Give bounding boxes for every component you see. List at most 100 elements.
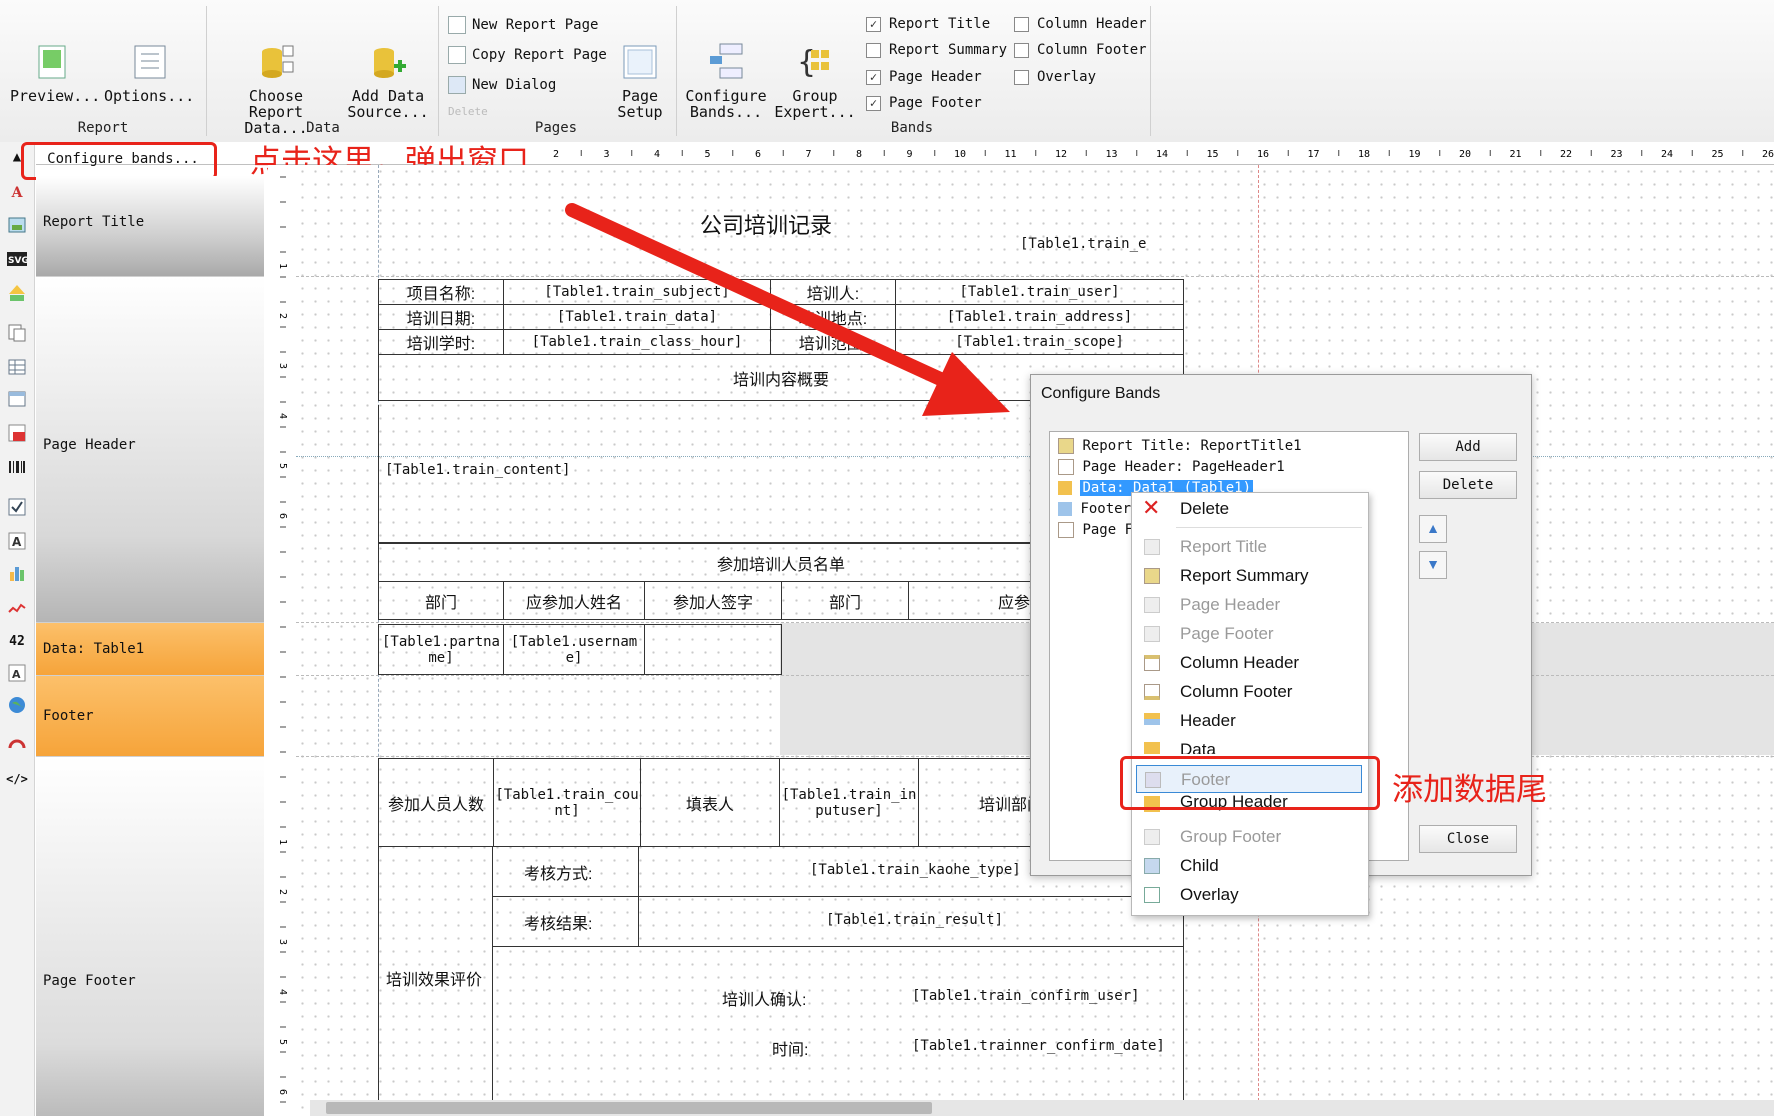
column-footer-checkbox[interactable]: Column Footer	[1014, 42, 1147, 58]
new-dialog-button[interactable]: New Dialog	[448, 76, 556, 94]
group-expert-button[interactable]: { Group Expert...	[774, 10, 856, 120]
cell-label[interactable]: 培训日期:	[378, 304, 504, 330]
menu-item-column-header[interactable]: Column Header	[1132, 649, 1368, 677]
copy-report-page-button[interactable]: Copy Report Page	[448, 46, 607, 64]
menu-item-child[interactable]: Child	[1132, 852, 1368, 880]
html-tool-icon[interactable]: </>	[6, 768, 28, 790]
scrollbar-thumb[interactable]	[326, 1102, 932, 1114]
menu-item-column-footer[interactable]: Column Footer	[1132, 678, 1368, 706]
column-header-checkbox[interactable]: Column Header	[1014, 16, 1147, 32]
report-date-field[interactable]: [Table1.train_e	[1020, 236, 1146, 252]
band-page-header[interactable]: Page Header	[36, 277, 264, 623]
menu-item-group-footer[interactable]: Group Footer	[1132, 823, 1368, 851]
menu-item-report-title[interactable]: Report Title	[1132, 533, 1368, 561]
tree-item-page-footer[interactable]: Page F	[1058, 522, 1133, 538]
report-title-checkbox[interactable]: ✓ Report Title	[866, 16, 990, 32]
cell-label[interactable]: 参加人员人数	[378, 758, 494, 847]
data-band-icon	[1058, 481, 1072, 495]
col-header[interactable]: 参加人签字	[644, 581, 782, 620]
band-data-table1[interactable]: Data: Table1	[36, 623, 264, 676]
exam-type-label[interactable]: 考核方式:	[524, 860, 592, 884]
exam-type-field[interactable]: [Table1.train_kaohe_type]	[810, 862, 1021, 878]
cell-field[interactable]: [Table1.train_inputuser]	[779, 758, 919, 847]
add-button[interactable]: Add	[1419, 433, 1517, 461]
data-cell-empty[interactable]	[644, 624, 782, 675]
table-tool-icon[interactable]	[6, 356, 28, 378]
menu-item-overlay[interactable]: Overlay	[1132, 881, 1368, 909]
menu-item-data[interactable]: Data	[1132, 736, 1368, 754]
col-header[interactable]: 部门	[781, 581, 909, 620]
sparkline-tool-icon[interactable]	[6, 598, 28, 620]
tree-item-footer[interactable]: Footer	[1058, 501, 1131, 517]
menu-item-header[interactable]: Header	[1132, 707, 1368, 735]
subreport-tool-icon[interactable]	[6, 322, 28, 344]
checkbox-tool-icon[interactable]	[6, 496, 28, 518]
configure-bands-ribbon-button[interactable]: Configure Bands...	[684, 10, 768, 120]
gauge-tool-icon[interactable]	[6, 732, 28, 754]
ruler-number: 12	[1055, 149, 1067, 160]
zip-code-tool-icon[interactable]: 42	[6, 630, 28, 652]
delete-page-button[interactable]: Delete	[448, 104, 488, 118]
confirm-label[interactable]: 培训人确认:	[722, 986, 806, 1010]
cell-label[interactable]: 项目名称:	[378, 279, 504, 305]
data-cell-username[interactable]: [Table1.username]	[503, 624, 645, 675]
band-icon	[1144, 539, 1160, 555]
menu-item-page-footer[interactable]: Page Footer	[1132, 620, 1368, 648]
cell-label[interactable]: 填表人	[640, 758, 780, 847]
exam-result-label[interactable]: 考核结果:	[524, 910, 592, 934]
barcode-tool-icon[interactable]	[6, 456, 28, 478]
col-header[interactable]: 应参加人姓名	[503, 581, 645, 620]
tree-item-page-header[interactable]: Page Header: PageHeader1	[1058, 459, 1285, 475]
page-footer-checkbox[interactable]: ✓ Page Footer	[866, 95, 982, 111]
cell-label[interactable]: 培训学时:	[378, 329, 504, 355]
cell-field[interactable]: [Table1.train_count]	[493, 758, 641, 847]
confirm-field[interactable]: [Table1.train_confirm_user]	[912, 988, 1140, 1004]
close-button[interactable]: Close	[1419, 825, 1517, 853]
shape-tool-icon[interactable]	[6, 282, 28, 304]
time-field[interactable]: [Table1.trainner_confirm_date]	[912, 1038, 1165, 1054]
svg-tool-icon[interactable]: SVG	[6, 248, 28, 270]
menu-item-delete[interactable]: ✕ Delete	[1132, 495, 1368, 523]
preview-icon	[31, 26, 71, 79]
divider	[492, 846, 493, 1116]
richtext-tool-icon[interactable]	[6, 422, 28, 444]
menu-label: Data	[1180, 740, 1216, 754]
band-footer[interactable]: Footer	[36, 676, 264, 757]
new-report-page-button[interactable]: New Report Page	[448, 16, 598, 34]
preview-button[interactable]: Preview...	[10, 10, 100, 104]
add-data-source-button[interactable]: Add Data Source...	[344, 10, 432, 120]
ribbon: Preview... Options... Report Choose Repo…	[0, 0, 1774, 143]
exam-result-field[interactable]: [Table1.train_result]	[826, 912, 1003, 928]
chart-tool-icon[interactable]	[6, 562, 28, 584]
menu-label: Group Footer	[1180, 827, 1282, 846]
band-report-title[interactable]: Report Title	[36, 176, 264, 277]
band-page-footer[interactable]: Page Footer	[36, 757, 264, 1116]
col-header[interactable]: 部门	[378, 581, 504, 620]
vertical-ruler: 1 2 3 4 5 6 1 2 3 4 5 6	[268, 165, 297, 1116]
options-button[interactable]: Options...	[104, 10, 194, 104]
text-box-tool-icon[interactable]: A	[6, 662, 28, 684]
text-tool-icon[interactable]: A	[6, 182, 28, 204]
picture-tool-icon[interactable]	[6, 214, 28, 236]
delete-button[interactable]: Delete	[1419, 471, 1517, 499]
time-label[interactable]: 时间:	[772, 1036, 808, 1060]
page-header-checkbox[interactable]: ✓ Page Header	[866, 69, 982, 85]
choose-report-data-button[interactable]: Choose Report Data...	[218, 10, 334, 136]
data-cell-partname[interactable]: [Table1.partname]	[378, 624, 504, 675]
overlay-checkbox[interactable]: Overlay	[1014, 69, 1096, 85]
svg-text:A: A	[12, 535, 22, 549]
map-tool-icon[interactable]	[6, 694, 28, 716]
report-summary-checkbox[interactable]: Report Summary	[866, 42, 1007, 58]
menu-item-page-header[interactable]: Page Header	[1132, 591, 1368, 619]
move-up-icon[interactable]: ▲	[1419, 515, 1447, 543]
eval-label[interactable]: 培训效果评价	[386, 966, 482, 990]
tree-item-report-title[interactable]: Report Title: ReportTitle1	[1058, 438, 1302, 454]
matrix-tool-icon[interactable]	[6, 388, 28, 410]
content-field[interactable]: [Table1.train_content]	[385, 462, 570, 478]
page-setup-button[interactable]: Page Setup	[612, 10, 668, 120]
cellular-text-tool-icon[interactable]: A	[6, 530, 28, 552]
group-bands-label: Bands	[890, 120, 934, 136]
move-down-icon[interactable]: ▼	[1419, 551, 1447, 579]
menu-item-report-summary[interactable]: Report Summary	[1132, 562, 1368, 590]
ruler-number: 7	[805, 149, 811, 160]
